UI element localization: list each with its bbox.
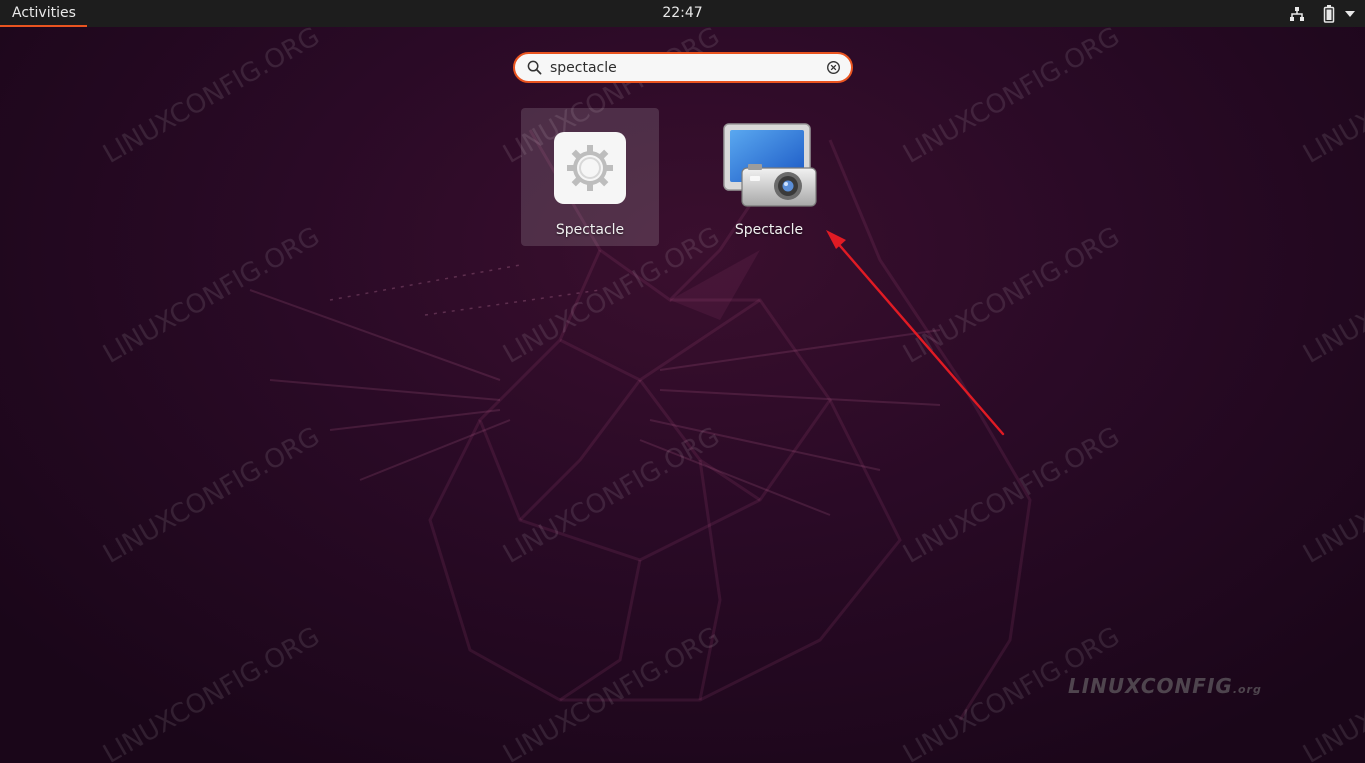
network-icon[interactable] bbox=[1289, 6, 1305, 22]
desktop-screen: LINUXCONFIG.ORG LINUXCONFIG.ORG LINUXCONFI… bbox=[0, 0, 1365, 763]
battery-icon bbox=[1323, 4, 1335, 23]
logo-text: LINUXCONFIG bbox=[1068, 674, 1233, 698]
monitor-camera-icon bbox=[722, 122, 818, 212]
app-result-spectacle[interactable]: Spectacle bbox=[700, 108, 838, 246]
app-label: Spectacle bbox=[555, 222, 625, 238]
wallpaper bbox=[249, 129, 1032, 721]
power-menu[interactable] bbox=[1323, 4, 1355, 23]
logo-suffix: .org bbox=[1232, 683, 1262, 696]
system-tray[interactable] bbox=[1289, 0, 1355, 27]
activities-button[interactable]: Activities bbox=[0, 0, 87, 27]
clock[interactable]: 22:47 bbox=[662, 0, 702, 27]
gear-icon bbox=[554, 132, 626, 204]
top-bar: Activities 22:47 bbox=[0, 0, 1365, 27]
app-label: Spectacle bbox=[734, 222, 804, 238]
search-box[interactable] bbox=[513, 52, 853, 83]
dropdown-arrow-icon bbox=[1345, 10, 1355, 17]
linuxconfig-logo: LINUXCONFIG.org bbox=[1068, 674, 1262, 698]
clear-icon[interactable] bbox=[826, 60, 841, 75]
app-result-spectacle-kde[interactable]: Spectacle bbox=[521, 108, 659, 246]
search-icon bbox=[527, 60, 542, 75]
search-input[interactable] bbox=[550, 59, 826, 76]
